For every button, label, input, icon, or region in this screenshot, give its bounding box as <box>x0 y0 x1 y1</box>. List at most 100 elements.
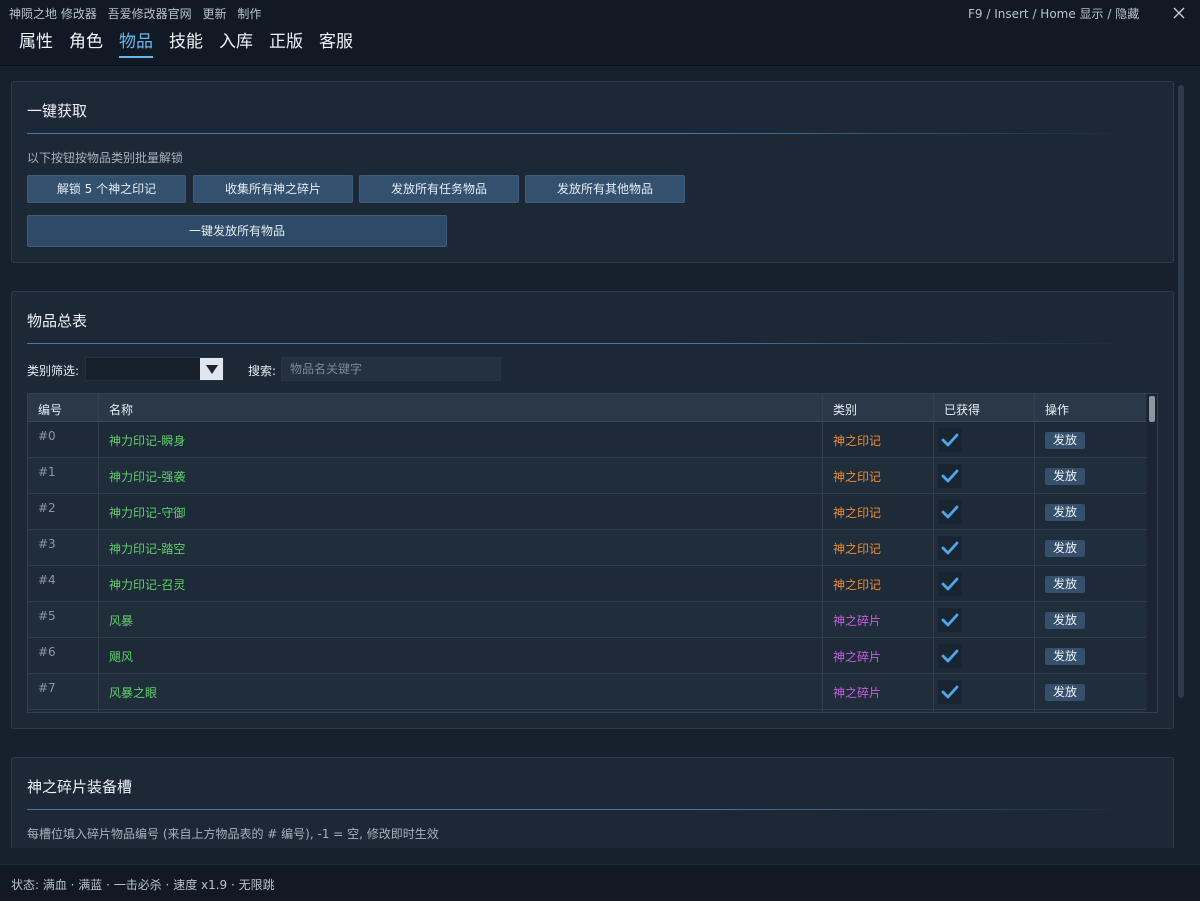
chevron-down-icon[interactable] <box>200 358 223 380</box>
tab-support[interactable]: 客服 <box>319 30 353 58</box>
official-site-link[interactable]: 吾爱修改器官网 <box>108 7 192 21</box>
search-input[interactable] <box>281 357 501 381</box>
item-name: 神力印记-召灵 <box>109 578 186 592</box>
divider <box>27 343 1127 344</box>
update-link[interactable]: 更新 <box>203 7 227 21</box>
item-category: 神之碎片 <box>833 686 882 700</box>
main-nav: 属性 角色 物品 技能 入库 正版 客服 <box>0 26 1200 66</box>
item-name: 风暴 <box>109 614 134 628</box>
check-icon <box>941 577 959 591</box>
obtained-checkbox[interactable] <box>938 680 962 704</box>
unlock-sigils-button[interactable]: 解锁 5 个神之印记 <box>27 175 186 203</box>
item-id: #5 <box>38 609 56 623</box>
item-id: #4 <box>38 573 56 587</box>
item-name: 神力印记-瞬身 <box>109 434 186 448</box>
hotkey-hint: F9 / Insert / Home 显示 / 隐藏 <box>968 7 1140 21</box>
col-name: 名称 <box>109 403 134 417</box>
content-area: 一键获取 以下按钮按物品类别批量解锁 解锁 5 个神之印记 收集所有神之碎片 发… <box>0 67 1200 848</box>
item-id: #0 <box>38 429 56 443</box>
grant-button[interactable]: 发放 <box>1045 432 1085 449</box>
table-body: #0 神力印记-瞬身 神之印记 发放 #1 神力印记-强袭 神之印记 发放 #2… <box>28 422 1146 710</box>
obtained-checkbox[interactable] <box>938 572 962 596</box>
grant-button[interactable]: 发放 <box>1045 612 1085 629</box>
grant-button[interactable]: 发放 <box>1045 504 1085 521</box>
item-name: 飓风 <box>109 650 134 664</box>
table-scrollbar[interactable] <box>1147 394 1157 712</box>
status-text: 状态: 满血 · 满蓝 · 一击必杀 · 速度 x1.9 · 无限跳 <box>11 878 275 892</box>
table-row: #6 飓风 神之碎片 发放 <box>28 638 1146 674</box>
obtained-checkbox[interactable] <box>938 608 962 632</box>
column-divider <box>822 394 823 712</box>
col-id: 编号 <box>38 403 63 417</box>
category-filter-label: 类别筛选: <box>27 364 80 378</box>
quick-unlock-panel: 一键获取 以下按钮按物品类别批量解锁 解锁 5 个神之印记 收集所有神之碎片 发… <box>11 81 1174 263</box>
item-category: 神之印记 <box>833 506 882 520</box>
table-scroll-thumb[interactable] <box>1149 396 1155 422</box>
title-links: 神陨之地 修改器 吾爱修改器官网 更新 制作 <box>9 5 268 22</box>
item-category: 神之印记 <box>833 542 882 556</box>
item-category: 神之碎片 <box>833 614 882 628</box>
tab-character[interactable]: 角色 <box>69 30 103 58</box>
collect-shards-button[interactable]: 收集所有神之碎片 <box>193 175 353 203</box>
column-divider <box>98 394 99 712</box>
obtained-checkbox[interactable] <box>938 644 962 668</box>
item-category: 神之印记 <box>833 578 882 592</box>
tab-skills[interactable]: 技能 <box>169 30 203 58</box>
table-row: #0 神力印记-瞬身 神之印记 发放 <box>28 422 1146 458</box>
title-bar: 神陨之地 修改器 吾爱修改器官网 更新 制作 F9 / Insert / Hom… <box>0 0 1200 26</box>
obtained-checkbox[interactable] <box>938 464 962 488</box>
tab-items[interactable]: 物品 <box>119 30 153 58</box>
main-scrollbar[interactable] <box>1178 85 1184 698</box>
table-row: #7 风暴之眼 神之碎片 发放 <box>28 674 1146 710</box>
grant-all-items-button[interactable]: 一键发放所有物品 <box>27 215 447 247</box>
credits-link[interactable]: 制作 <box>237 7 261 21</box>
column-divider <box>1034 394 1035 712</box>
tab-attributes[interactable]: 属性 <box>19 30 53 58</box>
check-icon <box>941 685 959 699</box>
panel-title: 一键获取 <box>27 102 88 120</box>
panel-title: 神之碎片装备槽 <box>27 778 133 796</box>
shard-slots-panel: 神之碎片装备槽 每槽位填入碎片物品编号 (来自上方物品表的 # 编号), -1 … <box>11 757 1174 848</box>
tab-genuine[interactable]: 正版 <box>269 30 303 58</box>
item-name: 风暴之眼 <box>109 686 158 700</box>
grant-button[interactable]: 发放 <box>1045 576 1085 593</box>
grant-quest-items-button[interactable]: 发放所有任务物品 <box>359 175 519 203</box>
item-name: 神力印记-守御 <box>109 506 186 520</box>
category-filter-select[interactable] <box>85 357 224 381</box>
check-icon <box>941 469 959 483</box>
item-category: 神之碎片 <box>833 650 882 664</box>
check-icon <box>941 541 959 555</box>
table-row: #2 神力印记-守御 神之印记 发放 <box>28 494 1146 530</box>
item-name: 神力印记-强袭 <box>109 470 186 484</box>
panel-title: 物品总表 <box>27 312 88 330</box>
col-category: 类别 <box>833 403 858 417</box>
close-icon[interactable] <box>1170 4 1188 22</box>
slots-hint: 每槽位填入碎片物品编号 (来自上方物品表的 # 编号), -1 = 空, 修改即… <box>27 827 439 841</box>
check-icon <box>941 649 959 663</box>
obtained-checkbox[interactable] <box>938 500 962 524</box>
items-panel: 物品总表 类别筛选: 搜索: 编号 名称 类别 已获得 操作 #0 神力印记-瞬… <box>11 291 1174 729</box>
grant-button[interactable]: 发放 <box>1045 468 1085 485</box>
item-id: #2 <box>38 501 56 515</box>
item-id: #7 <box>38 681 56 695</box>
table-row: #4 神力印记-召灵 神之印记 发放 <box>28 566 1146 602</box>
quick-hint: 以下按钮按物品类别批量解锁 <box>27 151 184 165</box>
item-category: 神之印记 <box>833 470 882 484</box>
tab-storage[interactable]: 入库 <box>219 30 253 58</box>
item-name: 神力印记-踏空 <box>109 542 186 556</box>
col-obtained: 已获得 <box>944 403 981 417</box>
item-category: 神之印记 <box>833 434 882 448</box>
table-row: #1 神力印记-强袭 神之印记 发放 <box>28 458 1146 494</box>
items-table: 编号 名称 类别 已获得 操作 #0 神力印记-瞬身 神之印记 发放 #1 神力… <box>27 393 1158 713</box>
check-icon <box>941 613 959 627</box>
grant-button[interactable]: 发放 <box>1045 684 1085 701</box>
grant-other-items-button[interactable]: 发放所有其他物品 <box>525 175 685 203</box>
grant-button[interactable]: 发放 <box>1045 648 1085 665</box>
item-id: #3 <box>38 537 56 551</box>
grant-button[interactable]: 发放 <box>1045 540 1085 557</box>
table-header: 编号 名称 类别 已获得 操作 <box>28 394 1146 422</box>
obtained-checkbox[interactable] <box>938 536 962 560</box>
table-row: #5 风暴 神之碎片 发放 <box>28 602 1146 638</box>
status-bar: 状态: 满血 · 满蓝 · 一击必杀 · 速度 x1.9 · 无限跳 <box>0 864 1200 901</box>
obtained-checkbox[interactable] <box>938 428 962 452</box>
